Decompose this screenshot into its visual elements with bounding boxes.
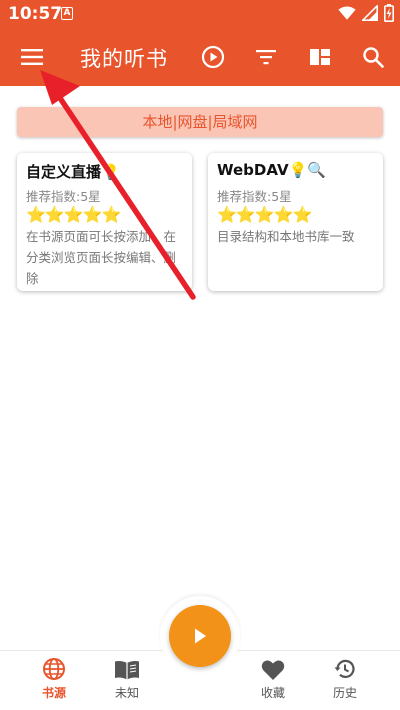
- category-label: 本地|网盘|局域网: [142, 113, 258, 131]
- card-rating: 推荐指数:5星: [217, 189, 292, 204]
- notification-icon: A: [61, 7, 73, 20]
- play-fab[interactable]: [169, 605, 231, 667]
- nav-label: 收藏: [260, 686, 285, 700]
- status-icons: [338, 4, 394, 22]
- source-card-custom-live[interactable]: 自定义直播💡 推荐指数:5星 ⭐⭐⭐⭐⭐ 在书源页面可长按添加，在分类浏览页面长…: [17, 153, 192, 291]
- app-bar: 我的听书: [0, 28, 400, 86]
- search-icon: [363, 47, 384, 68]
- history-icon: [334, 659, 355, 678]
- nav-item-unknown[interactable]: 未知: [92, 651, 162, 710]
- search-button[interactable]: [351, 28, 395, 86]
- filter-button[interactable]: [244, 28, 288, 86]
- layout-button[interactable]: [298, 28, 342, 86]
- nav-item-history[interactable]: 历史: [310, 651, 380, 710]
- globe-icon: [43, 658, 65, 680]
- play-icon: [195, 628, 206, 644]
- card-title: 自定义直播💡: [26, 163, 120, 181]
- battery-charging-icon: [384, 4, 394, 22]
- signal-icon: [362, 5, 378, 21]
- status-time: 10:57: [8, 4, 63, 24]
- card-rating: 推荐指数:5星: [26, 189, 101, 204]
- source-card-webdav[interactable]: WebDAV💡🔍 推荐指数:5星 ⭐⭐⭐⭐⭐ 目录结构和本地书库一致: [208, 153, 383, 291]
- card-description: 目录结构和本地书库一致: [217, 229, 355, 244]
- category-bar[interactable]: 本地|网盘|局域网: [17, 107, 383, 137]
- play-circle-icon: [201, 45, 225, 69]
- page-title: 我的听书: [80, 47, 168, 71]
- nav-item-favorites[interactable]: 收藏: [238, 651, 308, 710]
- nav-label: 历史: [332, 686, 357, 700]
- heart-icon: [261, 660, 285, 680]
- card-description: 在书源页面可长按添加，在分类浏览页面长按编辑、删除: [26, 229, 177, 286]
- filter-icon: [256, 50, 276, 65]
- menu-button[interactable]: [10, 28, 54, 86]
- nav-label: 未知: [114, 686, 139, 700]
- menu-icon: [21, 49, 43, 65]
- status-bar: 10:57 A: [0, 0, 400, 28]
- nav-item-sources[interactable]: 书源: [19, 651, 89, 710]
- play-button[interactable]: [191, 28, 235, 86]
- wifi-icon: [338, 6, 356, 20]
- star-rating: ⭐⭐⭐⭐⭐: [26, 205, 122, 224]
- open-book-icon: [115, 661, 139, 680]
- star-rating: ⭐⭐⭐⭐⭐: [217, 205, 313, 224]
- grid-layout-icon: [310, 49, 330, 65]
- nav-label: 书源: [41, 686, 66, 700]
- card-title: WebDAV💡🔍: [217, 161, 326, 179]
